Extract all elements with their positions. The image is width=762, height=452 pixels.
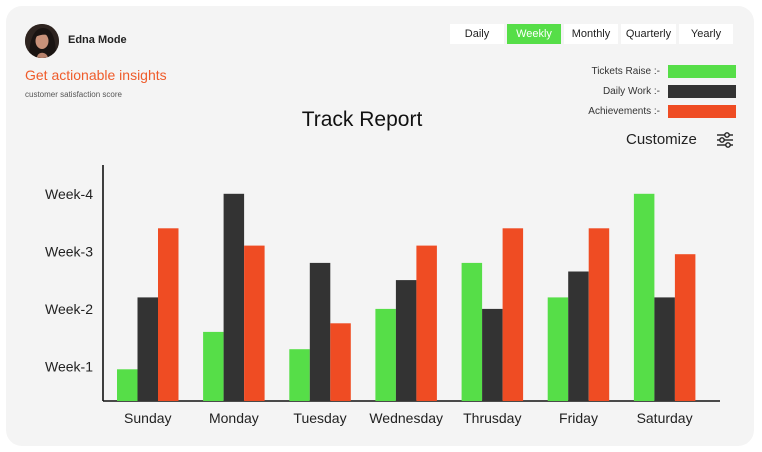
bar-tickets-raise-saturday[interactable] xyxy=(633,193,655,401)
bar-tickets-raise-wednesday[interactable] xyxy=(375,308,396,401)
bar-tickets-raise-tuesday[interactable] xyxy=(289,349,310,401)
x-tick-label: Sunday xyxy=(124,410,171,426)
y-tick-label: Week-1 xyxy=(45,358,93,374)
bar-achievements-tuesday[interactable] xyxy=(330,323,351,401)
x-tick-label: Friday xyxy=(559,410,598,426)
x-tick-label: Wednesday xyxy=(369,410,443,426)
bar-achievements-saturday[interactable] xyxy=(674,254,696,401)
bar-daily-work-thrusday[interactable] xyxy=(482,308,503,401)
bar-daily-work-sunday[interactable] xyxy=(137,297,159,401)
x-tick-label: Tuesday xyxy=(293,410,346,426)
track-report-chart: Week-1 Week-2 Week-3 Week-4 Sunday Monday Tues… xyxy=(45,165,720,426)
bar-daily-work-tuesday[interactable] xyxy=(309,262,331,401)
bar-achievements-monday[interactable] xyxy=(244,245,265,401)
x-tick-label: Saturday xyxy=(637,410,693,426)
bar-daily-work-monday[interactable] xyxy=(223,193,245,401)
bar-tickets-raise-sunday[interactable] xyxy=(117,369,138,401)
x-tick-label: Thrusday xyxy=(463,410,521,426)
bar-achievements-friday[interactable] xyxy=(588,228,610,401)
y-tick-label: Week-2 xyxy=(45,301,93,317)
bar-achievements-thrusday[interactable] xyxy=(502,228,524,401)
x-tick-label: Monday xyxy=(209,410,259,426)
bar-tickets-raise-thrusday[interactable] xyxy=(461,262,483,401)
bar-achievements-sunday[interactable] xyxy=(158,228,179,401)
bar-achievements-wednesday[interactable] xyxy=(416,245,437,401)
y-tick-label: Week-3 xyxy=(45,243,93,259)
bar-daily-work-friday[interactable] xyxy=(568,271,589,402)
bar-daily-work-wednesday[interactable] xyxy=(395,280,417,401)
bar-tickets-raise-monday[interactable] xyxy=(203,331,224,401)
bar-daily-work-saturday[interactable] xyxy=(654,297,675,401)
bar-tickets-raise-friday[interactable] xyxy=(547,297,569,401)
y-tick-label: Week-4 xyxy=(45,186,93,202)
